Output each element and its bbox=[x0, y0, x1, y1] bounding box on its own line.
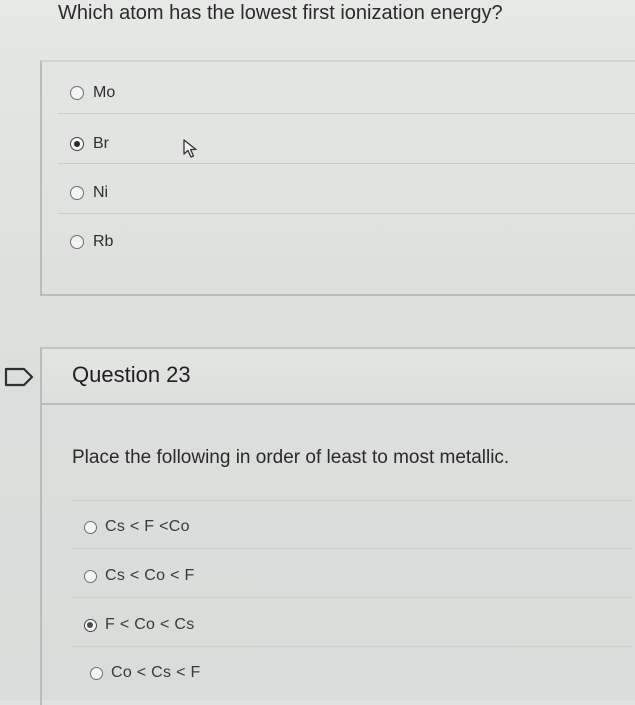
radio-unselected-icon[interactable] bbox=[84, 520, 97, 534]
question-23-title: Question 23 bbox=[72, 362, 191, 387]
radio-unselected-icon[interactable] bbox=[70, 86, 84, 100]
answer-option-2[interactable]: Cs < Co < F bbox=[84, 567, 195, 585]
answer-option-4[interactable]: Co < Cs < F bbox=[90, 664, 201, 682]
radio-unselected-icon[interactable] bbox=[90, 666, 103, 680]
quiz-screen: Which atom has the lowest first ionizati… bbox=[0, 0, 635, 705]
question-flag-icon[interactable] bbox=[4, 367, 34, 387]
radio-unselected-icon[interactable] bbox=[70, 186, 84, 200]
answer-label: Br bbox=[93, 135, 109, 152]
question-23-prompt: Place the following in order of least to… bbox=[72, 447, 510, 468]
answer-label: Rb bbox=[93, 233, 114, 250]
answer-label: F < Co < Cs bbox=[105, 616, 195, 633]
radio-selected-icon[interactable] bbox=[84, 618, 97, 632]
answer-label: Cs < Co < F bbox=[105, 567, 195, 584]
answer-option-1[interactable]: Cs < F <Co bbox=[84, 518, 190, 536]
answer-label: Cs < F <Co bbox=[105, 518, 190, 535]
answer-divider bbox=[72, 548, 632, 549]
radio-selected-icon[interactable] bbox=[70, 137, 84, 151]
answer-label: Ni bbox=[93, 184, 109, 201]
radio-unselected-icon[interactable] bbox=[70, 235, 84, 249]
mouse-pointer-icon bbox=[183, 139, 197, 158]
answer-option-br[interactable]: Br bbox=[70, 135, 109, 153]
answer-divider bbox=[72, 646, 632, 647]
answer-divider bbox=[58, 213, 635, 214]
answer-option-rb[interactable]: Rb bbox=[70, 233, 113, 251]
answer-divider bbox=[58, 163, 635, 164]
prompt-divider bbox=[72, 500, 632, 501]
answer-label: Mo bbox=[93, 84, 116, 101]
answer-option-mo[interactable]: Mo bbox=[70, 84, 115, 102]
answer-option-ni[interactable]: Ni bbox=[70, 184, 108, 202]
answer-label: Co < Cs < F bbox=[111, 664, 201, 681]
answer-option-3[interactable]: F < Co < Cs bbox=[84, 616, 195, 634]
radio-unselected-icon[interactable] bbox=[84, 569, 97, 583]
question-22-answers-panel bbox=[40, 60, 635, 296]
answer-divider bbox=[58, 113, 635, 114]
question-22-prompt: Which atom has the lowest first ionizati… bbox=[58, 2, 503, 24]
answer-divider bbox=[72, 597, 632, 598]
